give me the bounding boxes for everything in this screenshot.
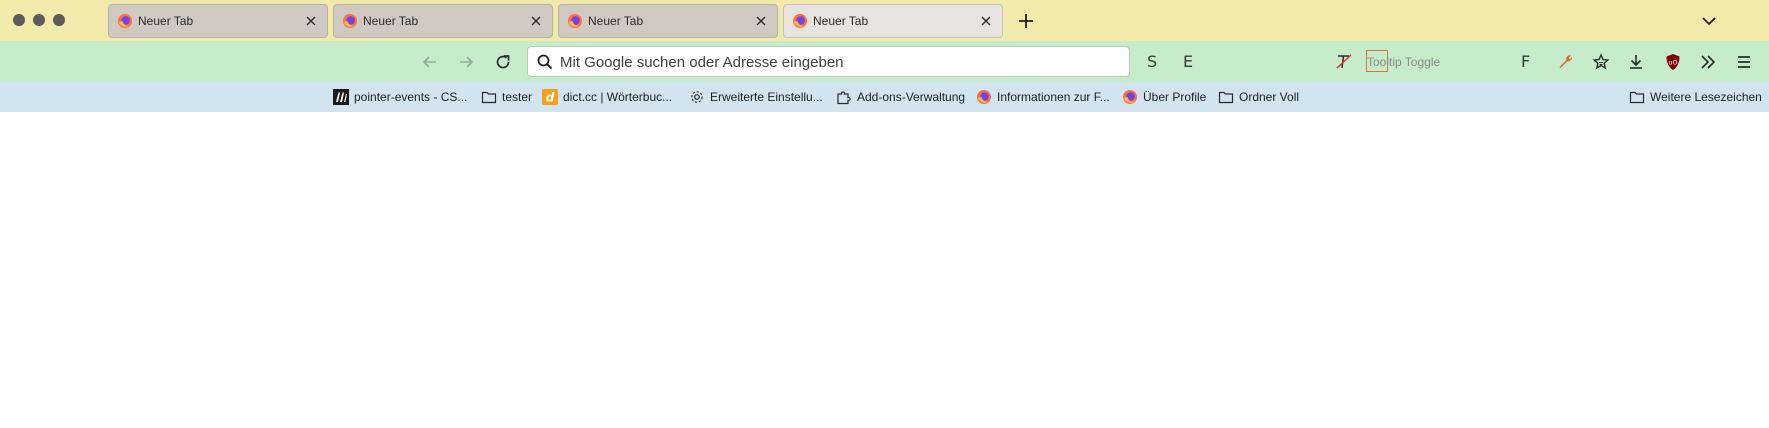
- arrow-left-icon: [422, 56, 436, 68]
- firefox-icon: [976, 89, 992, 105]
- downloads-button[interactable]: [1624, 50, 1648, 74]
- bookmark-label: tester: [502, 90, 533, 104]
- url-input[interactable]: [560, 51, 1120, 73]
- browser-window: Neuer Tab Neuer Tab Neuer Tab Neuer Tab …: [0, 0, 1769, 428]
- svg-text:uO: uO: [1668, 59, 1677, 67]
- tab-4-active[interactable]: Neuer Tab: [783, 4, 1003, 38]
- page-content-area[interactable]: [0, 112, 1769, 428]
- download-icon: [1630, 55, 1642, 69]
- puzzle-icon: [836, 89, 852, 105]
- tab-2[interactable]: Neuer Tab: [333, 4, 553, 38]
- bookmark-folder[interactable]: tester: [481, 88, 532, 106]
- window-minimize-button[interactable]: [33, 14, 45, 26]
- hamburger-menu-icon: [1738, 56, 1750, 68]
- tab-title: Neuer Tab: [588, 14, 644, 28]
- bookmark-item[interactable]: d dict.cc | Wörterbuc...: [542, 88, 672, 106]
- reload-button[interactable]: [491, 50, 515, 74]
- bookmark-label: Add-ons-Verwaltung: [857, 90, 966, 104]
- firefox-icon: [117, 13, 133, 29]
- bookmarks-toolbar: pointer-events - CS... tester d dict.cc …: [0, 82, 1769, 112]
- mdn-icon: [333, 89, 349, 105]
- reload-icon: [496, 55, 510, 69]
- gear-icon: [689, 89, 705, 105]
- firefox-icon: [567, 13, 583, 29]
- tab-strip: Neuer Tab Neuer Tab Neuer Tab Neuer Tab: [0, 0, 1769, 41]
- new-tab-button[interactable]: [1015, 10, 1037, 32]
- wrench-icon: [1559, 55, 1573, 68]
- bookmark-label: Weitere Lesezeichen: [1650, 90, 1762, 104]
- close-icon[interactable]: [302, 12, 320, 30]
- bookmark-item[interactable]: pointer-events - CS...: [333, 88, 467, 106]
- chevron-down-icon: [1702, 17, 1716, 26]
- bookmark-item[interactable]: Informationen zur F...: [976, 88, 1110, 106]
- svg-text:d: d: [546, 91, 555, 105]
- app-menu-button[interactable]: [1732, 50, 1756, 74]
- window-close-button[interactable]: [13, 14, 25, 26]
- tools-button[interactable]: [1554, 50, 1578, 74]
- plus-icon: [1019, 14, 1033, 28]
- search-icon: [536, 53, 554, 71]
- bookmark-folder[interactable]: Ordner Voll: [1218, 88, 1299, 106]
- dictcc-icon: d: [542, 89, 558, 105]
- bookmark-label: Über Profile: [1143, 90, 1207, 104]
- bookmark-item[interactable]: Über Profile: [1122, 88, 1206, 106]
- tab-1[interactable]: Neuer Tab: [108, 4, 328, 38]
- extension-f-button[interactable]: F: [1521, 52, 1530, 71]
- bookmarks-star-button[interactable]: [1589, 50, 1613, 74]
- tab-title: Neuer Tab: [813, 14, 869, 28]
- tab-title: Neuer Tab: [363, 14, 419, 28]
- bookmark-label: pointer-events - CS...: [354, 90, 468, 104]
- bookmark-label: dict.cc | Wörterbuc...: [563, 90, 673, 104]
- folder-icon: [1218, 89, 1234, 105]
- navigation-toolbar: S E Tooltip Toggle F uO: [0, 41, 1769, 82]
- firefox-icon: [342, 13, 358, 29]
- overflow-menu-button[interactable]: [1696, 50, 1720, 74]
- star-list-icon: [1592, 53, 1610, 70]
- double-chevron-right-icon: [1701, 55, 1716, 69]
- bookmark-label: Erweiterte Einstellu...: [710, 90, 823, 104]
- other-bookmarks-folder[interactable]: Weitere Lesezeichen: [1629, 88, 1762, 106]
- folder-icon: [1629, 89, 1645, 105]
- extension-e-button[interactable]: E: [1183, 52, 1193, 71]
- tooltip-toggle-button[interactable]: Tooltip Toggle: [1367, 55, 1440, 69]
- extension-s-button[interactable]: S: [1147, 52, 1157, 71]
- clear-formatting-button[interactable]: [1332, 50, 1356, 74]
- list-all-tabs-button[interactable]: [1700, 12, 1718, 30]
- bookmark-label: Informationen zur F...: [997, 90, 1110, 104]
- strikethrough-t-icon: [1336, 54, 1352, 69]
- close-icon[interactable]: [977, 12, 995, 30]
- firefox-icon: [1122, 89, 1138, 105]
- window-maximize-button[interactable]: [53, 14, 65, 26]
- bookmark-item[interactable]: Add-ons-Verwaltung: [836, 88, 965, 106]
- back-button[interactable]: [418, 50, 442, 74]
- close-icon[interactable]: [527, 12, 545, 30]
- forward-button[interactable]: [454, 50, 478, 74]
- url-bar[interactable]: [527, 46, 1130, 77]
- tab-3[interactable]: Neuer Tab: [558, 4, 778, 38]
- ublock-origin-button[interactable]: uO: [1661, 50, 1685, 74]
- bookmark-label: Ordner Voll: [1239, 90, 1300, 104]
- firefox-icon: [792, 13, 808, 29]
- close-icon[interactable]: [752, 12, 770, 30]
- folder-icon: [481, 89, 497, 105]
- tab-title: Neuer Tab: [138, 14, 194, 28]
- arrow-right-icon: [460, 56, 474, 68]
- bookmark-item[interactable]: Erweiterte Einstellu...: [689, 88, 823, 106]
- ublock-shield-icon: uO: [1666, 54, 1680, 70]
